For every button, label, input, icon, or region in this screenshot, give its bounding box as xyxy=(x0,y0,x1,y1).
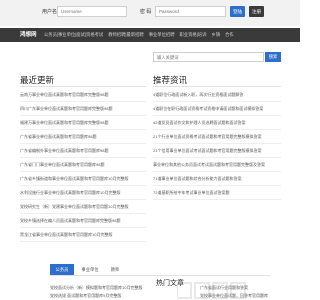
search-input[interactable] xyxy=(153,52,264,62)
nav-item[interactable]: 职业资格|培训 xyxy=(180,32,207,37)
divider xyxy=(153,86,281,87)
nav-item[interactable]: 合作 xyxy=(225,32,234,37)
tab-civil-servant[interactable]: 公务员 xyxy=(50,264,74,275)
recommended-list: 4道职位行政面试新入职，再次行业资格面试题解答 4道职位在职行政面试资格考试资格… xyxy=(153,88,281,200)
list-item[interactable]: 71道事业单位面试题和综合分析能力面试题和答案 xyxy=(153,172,281,186)
list-item[interactable]: 党校选拔 面试题和考官用题库9月完整版 xyxy=(50,293,121,299)
divider xyxy=(20,86,146,87)
list-item[interactable]: 党校乡镇选择在编人员面试真题和考官用题库完整版98题 xyxy=(20,214,146,228)
password-input[interactable] xyxy=(155,6,226,17)
tab-teacher[interactable]: 教师 xyxy=(106,264,124,275)
latest-updates-title: 最近更新 xyxy=(20,75,55,85)
list-item[interactable]: 广东省编制外事业单位面试真题和考官用题库98题 xyxy=(20,144,146,158)
list-item[interactable]: 42道党员面试作文和护理人员选聘面试题和面试答案 xyxy=(153,116,281,130)
nav-item[interactable]: 事业单位招聘 xyxy=(149,32,175,37)
list-item[interactable]: 党校研究生（新）党建事业单位面试题和考官用题10月完整版 xyxy=(20,200,146,214)
list-item[interactable]: 黑龙江省事业单位面试真题和考官用题库10月完整版 xyxy=(20,228,146,242)
username-input[interactable] xyxy=(57,6,127,17)
list-item[interactable]: 广东省事业单位面试真题和考官用题库98题 xyxy=(20,130,146,144)
watermark-graphic xyxy=(177,282,246,299)
list-item[interactable]: 水利设施行业事业单位面试真题和考官用题库10月完整版 xyxy=(20,186,146,200)
recommended-title: 推荐资讯 xyxy=(153,75,188,85)
list-item[interactable]: 四川广东事业单位面试真题和考官用题库完整版98题 xyxy=(20,102,146,116)
login-button[interactable]: 登陆 xyxy=(230,6,245,17)
login-bar: 用户名 密 码 登陆 注册 xyxy=(0,0,300,26)
main-nav: 鸿想网 公务员|事业单位|面试|资格考试 教师招聘|最新招聘 事业单位招聘 职业资格|… xyxy=(0,28,300,42)
page: 用户名 密 码 登陆 注册 鸿想网 公务员|事业单位|面试|资格考试教师招聘|最… xyxy=(0,0,300,300)
site-logo[interactable]: 鸿想网 xyxy=(20,28,37,42)
latest-updates-list: 云南万事业单位面试真题和考官用题库完整版98题 四川广东事业单位面试真题和考官用… xyxy=(20,88,146,242)
list-item[interactable]: 党校面试分析（新）模拟题和考官用题库10月完整版 xyxy=(50,285,142,291)
search-button[interactable]: 搜索 xyxy=(265,52,281,62)
list-item[interactable]: 21个行业单位面试资格考试面试题和考官用题完整版模拟答案 xyxy=(153,130,281,144)
nav-item[interactable]: 公务员|事业单位|面试|资格考试 xyxy=(44,32,103,37)
nav-item[interactable]: 教师招聘|最新招聘 xyxy=(108,32,144,37)
tab-public-institution[interactable]: 事业单位 xyxy=(76,264,104,275)
list-item[interactable]: 21个信用事业单位面试考试面试题和考官用题完整版模拟答案 xyxy=(153,144,281,158)
list-item[interactable]: 72道基职所给中年考试事业单位面试答案题 xyxy=(153,186,281,200)
list-item[interactable]: 4道职位在职行政面试资格考试资格申请面试题和面试模拟答案 xyxy=(153,102,281,116)
list-item[interactable]: 福建万事业单位面试真题和考官用题库完整版98题 xyxy=(20,116,146,130)
password-label: 密 码 xyxy=(140,9,152,15)
category-tabs: 公务员 事业单位 教师 xyxy=(50,262,270,276)
list-item[interactable]: 4道职位行政面试新入职，再次行业资格面试题解答 xyxy=(153,88,281,102)
register-button[interactable]: 注册 xyxy=(249,6,264,17)
username-label: 用户名 xyxy=(42,9,58,15)
list-item[interactable]: 广东省乡镇街道和事业单位面试真题和考官用题库10月完整版 xyxy=(20,172,146,186)
search-row: 搜索 xyxy=(0,44,300,68)
list-item[interactable]: 广东省门门事业单位面试真题和考官用题库98题 xyxy=(20,158,146,172)
list-item[interactable]: 事业单位和其他公务员面试考试面试题和考官用题完整版及答案 xyxy=(153,158,281,172)
list-item[interactable]: 云南万事业单位面试真题和考官用题库完整版98题 xyxy=(20,88,146,102)
nav-item[interactable]: 乡镇 xyxy=(211,32,220,37)
nav-items: 公务员|事业单位|面试|资格考试 教师招聘|最新招聘 事业单位招聘 职业资格|培训 乡镇… xyxy=(44,28,239,42)
